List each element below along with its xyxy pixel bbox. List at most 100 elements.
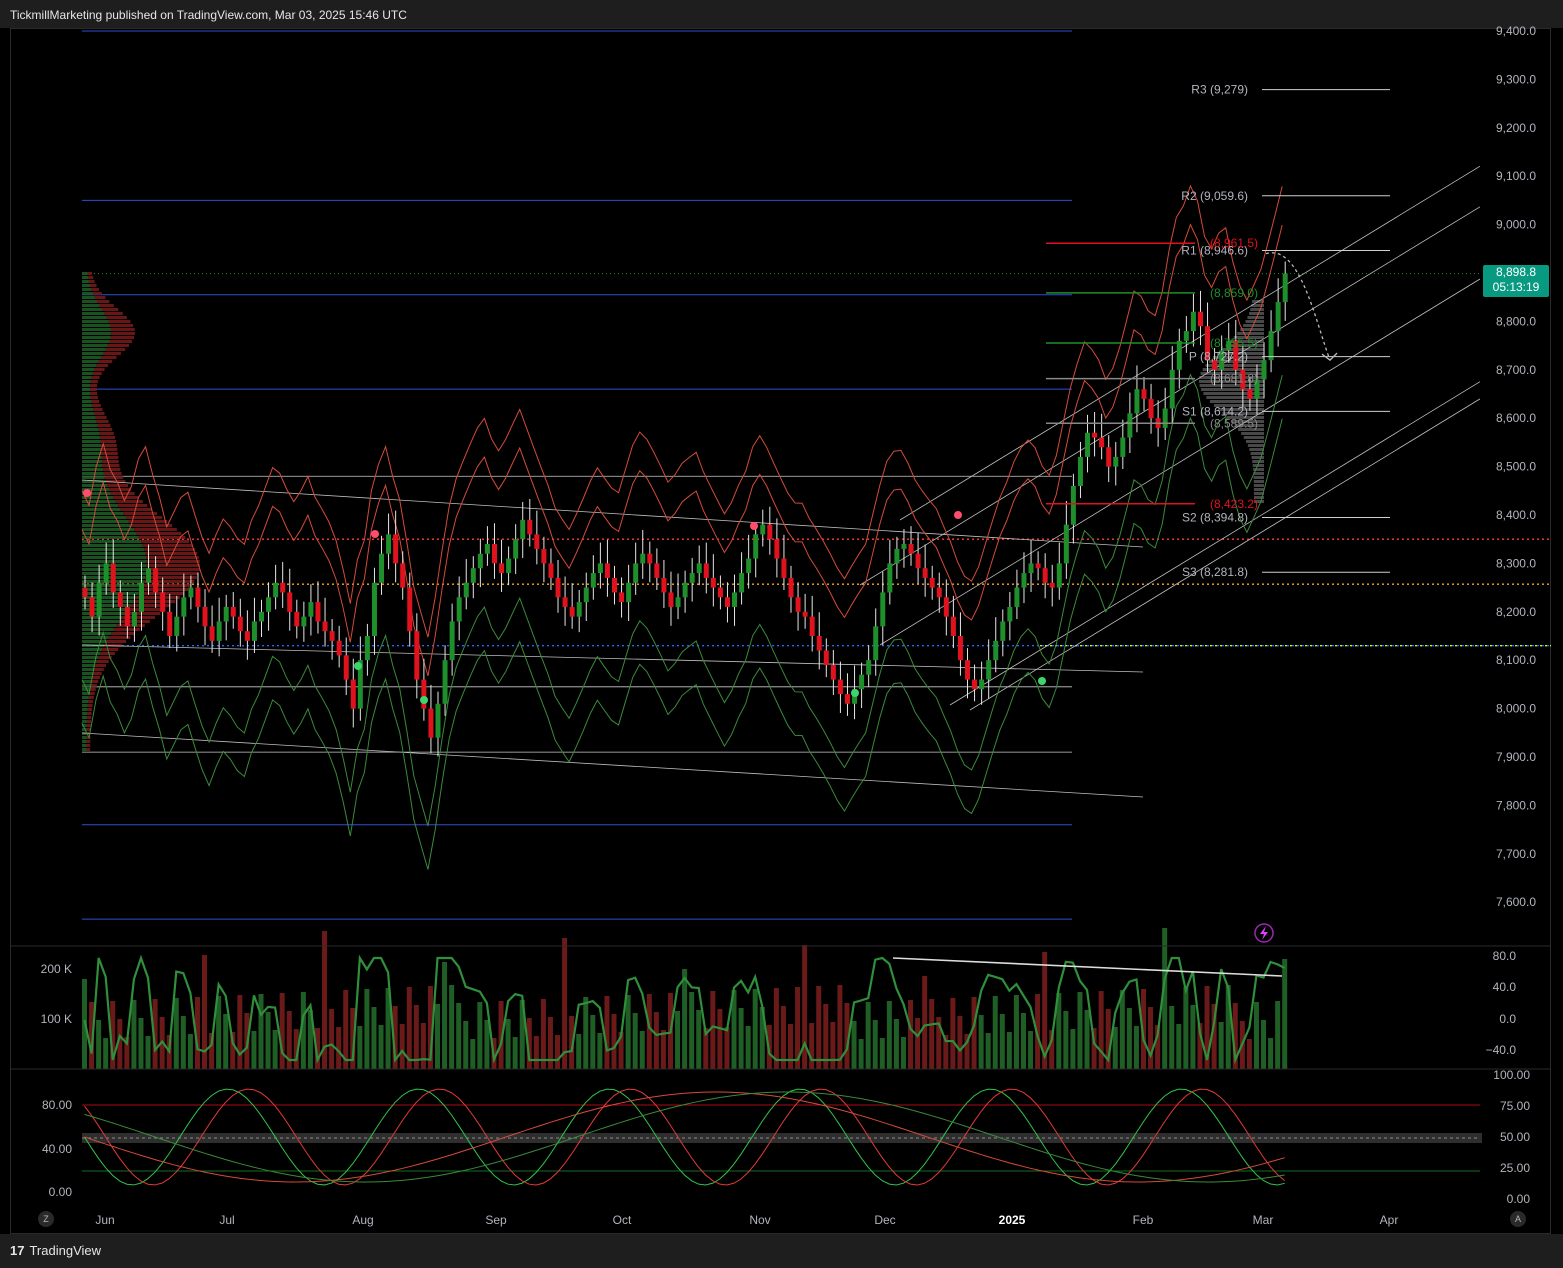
volume-bar	[449, 985, 455, 1069]
volume-profile-bar-up	[82, 448, 102, 451]
volume-profile-bar-down	[86, 724, 91, 727]
volume-bar	[279, 993, 285, 1069]
candle-body	[710, 577, 716, 588]
candle-body	[633, 563, 639, 583]
candle-body	[294, 611, 300, 627]
volume-profile-bar-down	[92, 672, 102, 675]
volume-profile-bar-up	[82, 280, 89, 283]
volume-profile-bar-up	[82, 388, 91, 391]
candle-body	[866, 660, 872, 675]
candle-body	[230, 606, 236, 617]
volume-profile-bar-down	[88, 276, 94, 279]
volume-profile-bar-down	[88, 700, 94, 703]
candle-body	[915, 553, 921, 569]
volume-bar	[978, 1015, 984, 1069]
candle-body	[1106, 447, 1112, 467]
time-tick-label: Aug	[352, 1213, 373, 1227]
candle-body	[993, 640, 999, 661]
chart-canvas[interactable]: R3 (9,279)R2 (9,059.6)R1 (8,946.6)P (8,7…	[0, 0, 1563, 1268]
price-tick-label: 8,500.0	[1496, 460, 1536, 474]
tradingview-logo[interactable]: 17 TradingView	[10, 1243, 101, 1258]
price-tick-label: 9,000.0	[1496, 218, 1536, 232]
volume-profile-bar-down	[144, 548, 196, 551]
volume-bar	[180, 1016, 186, 1069]
volume-profile-bar-up	[82, 676, 92, 679]
volume-profile-bar-down	[101, 456, 119, 459]
ascending-channel-line	[879, 278, 1481, 646]
volume-bar	[265, 1012, 271, 1069]
volume-bar	[470, 1039, 476, 1069]
candle-body	[1282, 273, 1288, 303]
candle-body	[696, 563, 702, 574]
candle-body	[1176, 340, 1182, 370]
volume-profile-bar-down	[95, 664, 107, 667]
volume-profile-bar-down	[120, 508, 153, 511]
price-tick-label: 8,000.0	[1496, 702, 1536, 716]
volume-profile-bar-down	[145, 552, 198, 555]
volume-bar	[922, 976, 928, 1069]
volume-profile-bar-up	[82, 628, 114, 631]
candle-body	[724, 597, 730, 607]
time-axis-zoom-button[interactable]: Z	[38, 1211, 54, 1227]
candle-body	[1099, 437, 1105, 448]
candle-body	[520, 519, 526, 540]
volume-profile-bar-down	[142, 544, 193, 547]
session-profile-bar	[1253, 468, 1264, 471]
candle-body	[1000, 621, 1006, 641]
volume-profile-bar-down	[90, 396, 99, 399]
candle-body	[675, 597, 681, 607]
pivot-label: P (8,727.2)	[1189, 350, 1248, 364]
candle-body	[1007, 606, 1013, 622]
signal-dot	[420, 696, 428, 704]
candle-body	[237, 616, 243, 632]
volume-profile-bar-down	[99, 432, 114, 435]
ascending-channel-line	[969, 398, 1481, 711]
volume-bar	[929, 999, 935, 1069]
volume-axis-label: 100 K	[41, 1012, 72, 1026]
volume-profile-bar-up	[82, 324, 111, 327]
volume-profile-bar-up	[82, 296, 95, 299]
candle-body	[463, 582, 469, 598]
volume-profile-bar-up	[82, 360, 99, 363]
volume-profile-bar-down	[104, 312, 123, 315]
volume-bar	[830, 1022, 836, 1069]
candle-body	[449, 621, 455, 661]
volume-profile-bar-down	[106, 316, 127, 319]
fib-level-label: (8,859.0)	[1210, 286, 1258, 300]
candle-body	[746, 558, 752, 574]
candle-body	[266, 597, 272, 612]
candle-body	[922, 568, 928, 578]
volume-profile-bar-up	[82, 412, 95, 415]
volume-bar	[1077, 992, 1083, 1069]
volume-profile-bar-up	[82, 476, 105, 479]
volume-profile-bar-down	[100, 436, 116, 439]
volume-profile-bar-down	[126, 516, 163, 519]
volume-profile-bar-up	[82, 348, 106, 351]
volume-profile-bar-up	[82, 604, 131, 607]
volume-profile-bar-down	[138, 536, 186, 539]
session-profile-bar	[1249, 448, 1264, 451]
auto-scale-button[interactable]: A	[1510, 1211, 1526, 1227]
volume-profile-bar-up	[82, 672, 93, 675]
volume-profile-bar-up	[82, 304, 100, 307]
volume-bar	[1112, 1027, 1118, 1069]
candle-body	[1120, 437, 1126, 457]
candle-body	[96, 582, 102, 617]
volume-profile-bar-down	[90, 388, 97, 391]
volume-profile-bar-up	[82, 336, 111, 339]
oscillator-left-label: 80.00	[42, 1098, 72, 1112]
candle-body	[1035, 563, 1041, 569]
candle-body	[880, 592, 886, 627]
price-tick-label: 7,600.0	[1496, 895, 1536, 909]
candle-body	[1261, 360, 1267, 380]
volume-axis-label: 200 K	[41, 962, 72, 976]
candle-body	[1275, 302, 1281, 332]
volume-bar	[1253, 1002, 1259, 1069]
candle-body	[442, 660, 448, 704]
oscillator-right-label: 75.00	[1500, 1099, 1530, 1113]
keltner-outer-band	[81, 416, 1283, 870]
stochastic-pane: 80.00 40.00 0.00 100.00 75.00 50.00 25.00 0.00	[42, 1068, 1530, 1206]
volume-bar	[689, 992, 695, 1069]
volume-bar	[329, 1009, 335, 1069]
candle-body	[209, 626, 215, 641]
